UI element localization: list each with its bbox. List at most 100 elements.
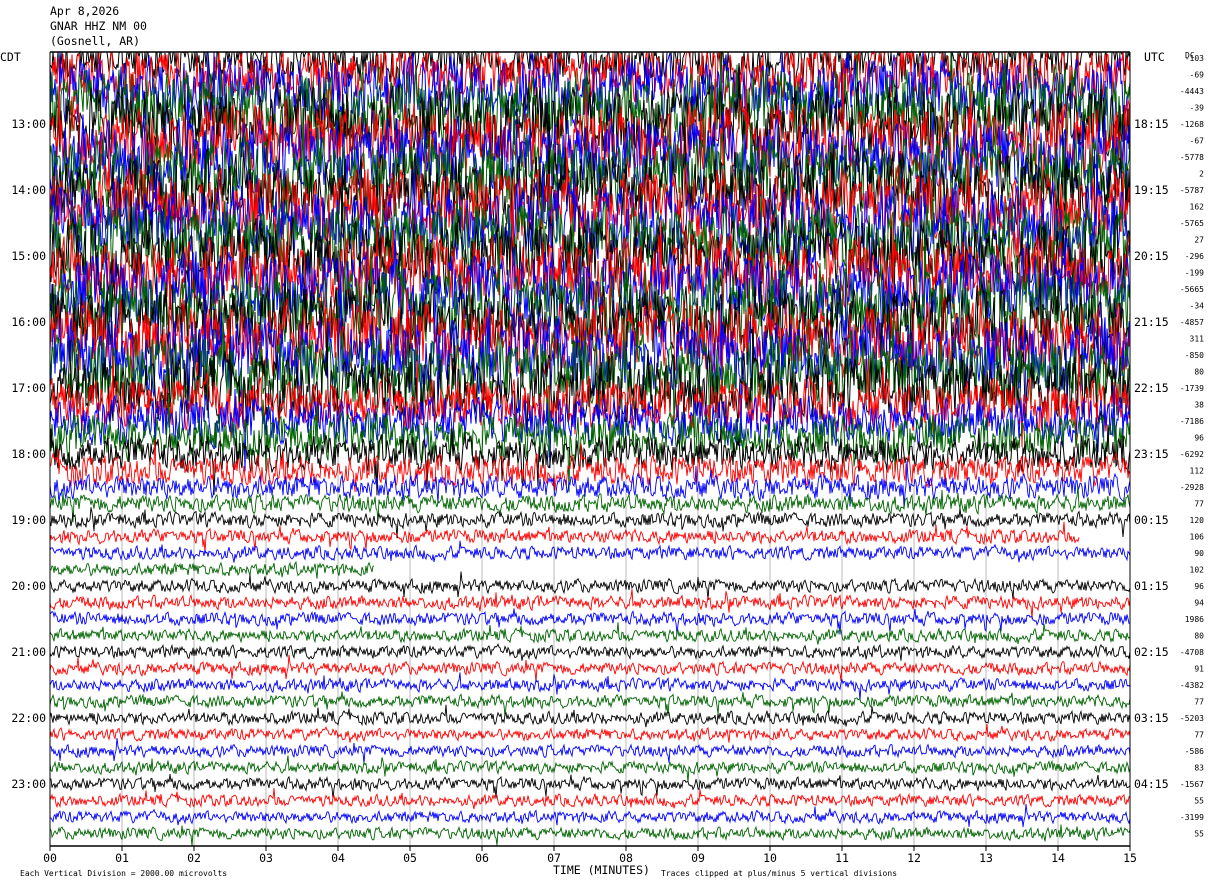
x-tick-label-3: 03 [259,851,273,865]
dc-offset-label-8: -5787 [1180,186,1204,195]
dc-offset-label-26: -2928 [1180,483,1204,492]
dc-offset-label-7: 2 [1199,170,1204,179]
footer-vertical-division-note: Each Vertical Division = 2000.00 microvo… [20,869,227,878]
trace-line-45 [49,788,1131,810]
dc-offset-label-14: -5665 [1180,285,1204,294]
left-timezone-label: CDT [0,50,21,64]
x-tick-label-1: 01 [115,851,129,865]
left-time-label-6: 19:00 [11,513,46,527]
dc-offset-label-18: -850 [1185,351,1204,360]
x-tick-label-12: 12 [907,851,921,865]
right-time-label-1: 19:15 [1134,183,1169,197]
left-time-label-1: 14:00 [11,183,46,197]
dc-offset-label-29: 106 [1190,533,1205,542]
dc-offset-label-31: 102 [1190,566,1205,575]
right-time-label-8: 02:15 [1134,645,1169,659]
dc-offset-label-35: 80 [1194,632,1204,641]
trace-line-41 [49,723,1131,743]
right-time-label-5: 23:15 [1134,447,1169,461]
left-time-label-3: 16:00 [11,315,46,329]
x-tick-label-10: 10 [763,851,777,865]
dc-offset-label-45: 55 [1194,797,1204,806]
trace-line-39 [49,691,1131,717]
trace-line-46 [49,804,1131,828]
header-date: Apr 8,2026 [50,4,119,18]
dc-offset-label-4: -1268 [1180,120,1204,129]
dc-offset-label-36: -4708 [1180,648,1204,657]
dc-offset-label-12: -296 [1185,252,1204,261]
dc-offset-label-43: 83 [1194,764,1204,773]
dc-offset-label-15: -34 [1190,302,1205,311]
dc-offset-label-11: 27 [1194,236,1204,245]
x-tick-label-14: 14 [1051,851,1065,865]
x-tick-label-4: 04 [331,851,345,865]
right-time-labels: 18:15 19:15 20:15 21:15 22:15 23:15 00:15 01:15… [1134,117,1169,791]
dc-offset-label-10: -5765 [1180,219,1204,228]
trace-line-35 [49,622,1131,645]
right-time-label-10: 04:15 [1134,777,1169,791]
header-location: (Gosnell, AR) [50,34,140,48]
dc-offset-label-27: 77 [1194,500,1204,509]
dc-offset-label-30: 90 [1194,549,1204,558]
trace-line-32 [49,571,1131,601]
dc-offset-label-1: -69 [1190,71,1205,80]
trace-line-37 [49,654,1131,682]
dc-offset-label-3: -39 [1190,104,1205,113]
dc-offset-label-42: -586 [1185,747,1204,756]
trace-line-47 [49,824,1131,847]
trace-line-36 [49,643,1131,661]
dc-offset-label-21: 38 [1194,401,1204,410]
dc-offset-label-25: 112 [1190,467,1205,476]
right-time-label-4: 22:15 [1134,381,1169,395]
right-time-label-3: 21:15 [1134,315,1169,329]
dc-offset-label-34: 1986 [1185,615,1204,624]
left-time-label-7: 20:00 [11,579,46,593]
dc-offset-label-16: -4857 [1180,318,1204,327]
dc-offset-label-44: -1567 [1180,780,1204,789]
footer-clipping-note: Traces clipped at plus/minus 5 vertical … [661,869,897,878]
right-time-label-7: 01:15 [1134,579,1169,593]
dc-offset-label-33: 94 [1194,599,1204,608]
trace-line-24 [49,424,1131,496]
dc-offset-label-39: 77 [1194,698,1204,707]
x-tick-label-11: 11 [835,851,849,865]
trace-line-40 [49,704,1131,728]
dc-offset-label-23: 96 [1194,434,1204,443]
x-tick-label-2: 02 [187,851,201,865]
x-tick-label-5: 05 [403,851,417,865]
dc-offset-label-17: 311 [1190,335,1205,344]
dc-offset-label-32: 96 [1194,582,1204,591]
dc-offset-label-13: -199 [1185,269,1204,278]
left-time-labels: 13:00 14:00 15:00 16:00 17:00 18:00 19:00 20:00… [11,117,46,791]
dc-offset-label-46: -3199 [1180,813,1204,822]
dc-offset-label-19: 80 [1194,368,1204,377]
x-tick-label-15: 15 [1123,851,1137,865]
left-time-label-0: 13:00 [11,117,46,131]
dc-offset-label-38: -4382 [1180,681,1204,690]
x-tick-label-6: 06 [475,851,489,865]
helicorder-plot: Apr 8,2026 GNAR HHZ NM 00 (Gosnell, AR) … [0,4,1205,878]
dc-offset-label-24: -6292 [1180,450,1204,459]
left-time-label-10: 23:00 [11,777,46,791]
dc-offset-label-5: -67 [1190,137,1205,146]
trace-line-33 [49,589,1131,619]
dc-offset-label-47: 55 [1194,830,1204,839]
left-time-label-2: 15:00 [11,249,46,263]
trace-line-44 [49,773,1131,799]
trace-line-42 [49,738,1131,764]
dc-offset-label-22: -7186 [1180,417,1204,426]
dc-offset-label-2: -4443 [1180,87,1204,96]
dc-offset-label-6: -5778 [1180,153,1204,162]
header-station: GNAR HHZ NM 00 [50,19,147,33]
right-time-label-2: 20:15 [1134,249,1169,263]
dc-offset-label-37: 91 [1194,665,1204,674]
trace-line-30 [49,540,1131,563]
right-time-label-9: 03:15 [1134,711,1169,725]
dc-offset-label-20: -1739 [1180,384,1204,393]
trace-line-31 [49,561,375,579]
trace-line-29 [49,521,1080,553]
right-timezone-label: UTC [1144,50,1165,64]
dc-offset-label-28: 120 [1190,516,1205,525]
x-tick-label-0: 00 [43,851,57,865]
left-time-label-5: 18:00 [11,447,46,461]
